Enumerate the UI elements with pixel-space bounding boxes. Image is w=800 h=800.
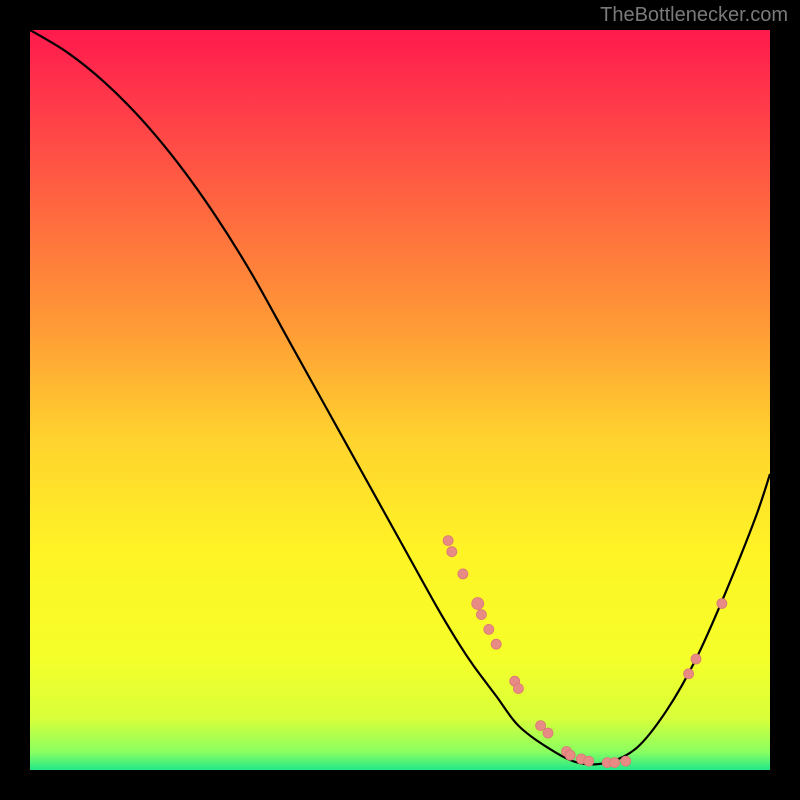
data-marker	[543, 728, 553, 738]
bottleneck-chart	[30, 30, 770, 770]
data-marker	[447, 547, 457, 557]
data-marker	[472, 598, 484, 610]
data-marker	[565, 750, 575, 760]
data-marker	[491, 639, 501, 649]
data-marker	[691, 654, 701, 664]
chart-plot-area	[30, 30, 770, 770]
attribution-text: TheBottlenecker.com	[600, 4, 788, 27]
data-marker	[684, 669, 694, 679]
data-marker	[717, 599, 727, 609]
data-marker	[621, 756, 631, 766]
data-marker	[584, 756, 594, 766]
data-marker	[610, 758, 620, 768]
data-marker	[476, 610, 486, 620]
data-marker	[513, 684, 523, 694]
chart-background	[30, 30, 770, 770]
data-marker	[458, 569, 468, 579]
data-marker	[484, 624, 494, 634]
data-marker	[443, 536, 453, 546]
data-marker	[536, 721, 546, 731]
